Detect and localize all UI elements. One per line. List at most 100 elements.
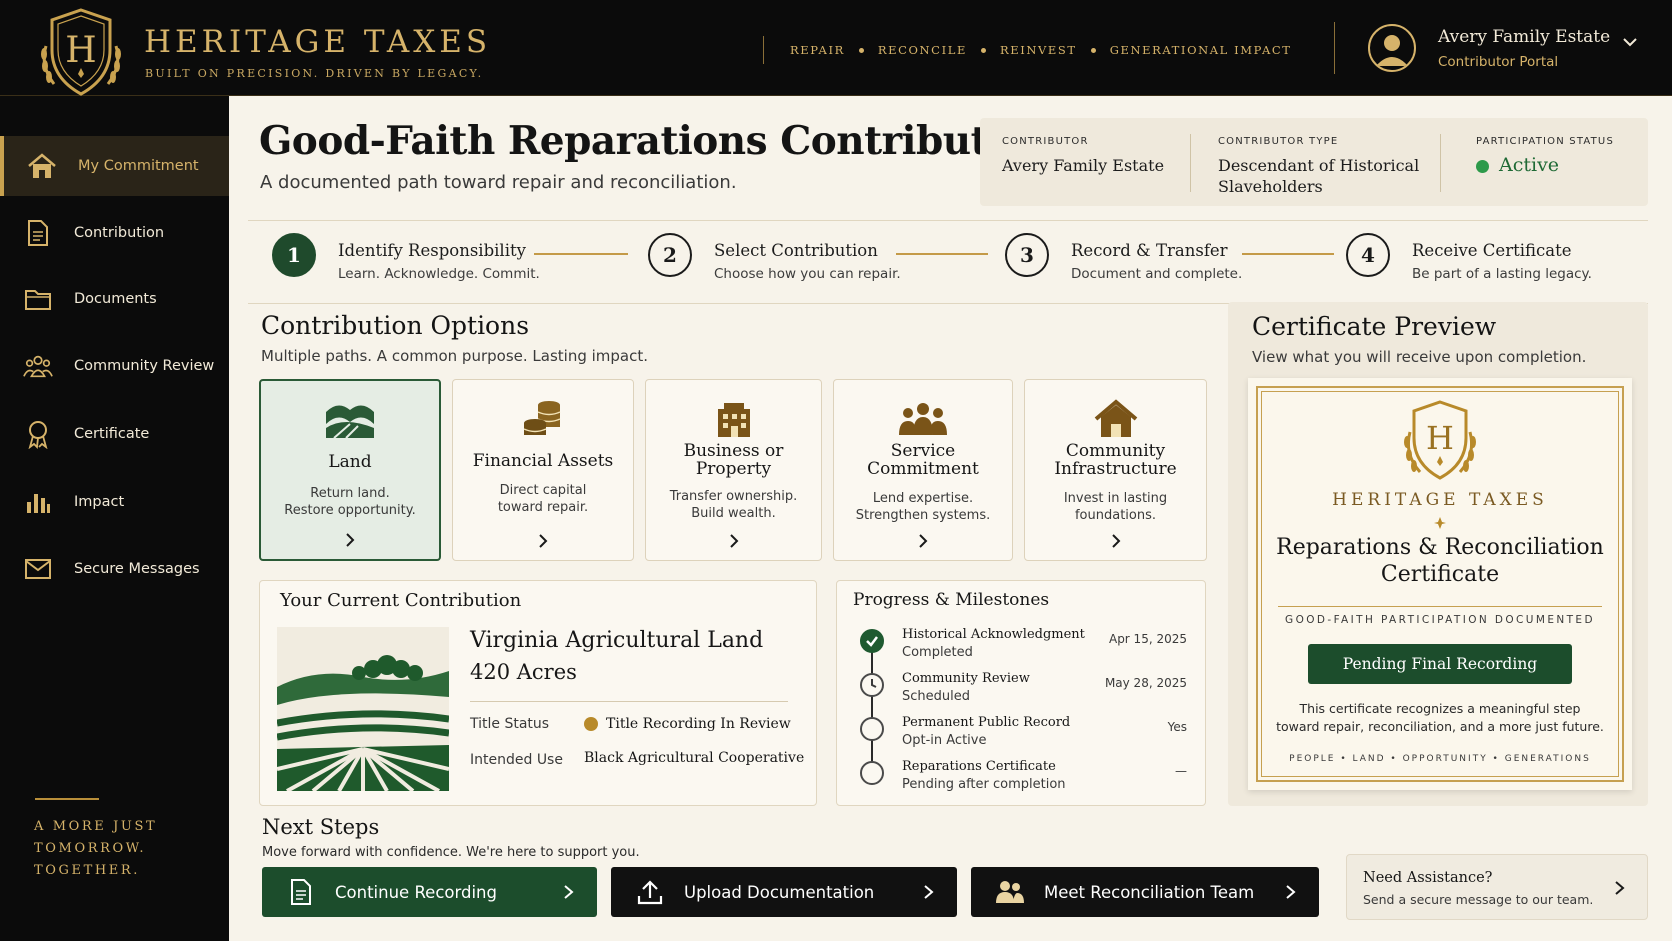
contributor-info-box: CONTRIBUTOR Avery Family Estate CONTRIBU… bbox=[980, 118, 1648, 206]
sidebar-item-my-commitment[interactable]: My Commitment bbox=[0, 136, 229, 196]
milestone-value: — bbox=[1175, 764, 1187, 778]
milestone-item: Historical Acknowledgment Completed Apr … bbox=[837, 627, 1207, 669]
contributor-type-line: Descendant of Historical bbox=[1218, 156, 1420, 175]
option-desc: Lend expertise. bbox=[872, 491, 974, 506]
topnav-reconcile[interactable]: RECONCILE bbox=[878, 43, 967, 57]
certificate-preview-title: Certificate Preview bbox=[1252, 312, 1497, 341]
certificate-preview-panel: Certificate Preview View what you will r… bbox=[1228, 302, 1648, 806]
step-connector bbox=[896, 253, 988, 255]
building-icon bbox=[646, 394, 821, 444]
nav-separator bbox=[858, 47, 864, 53]
envelope-icon bbox=[23, 554, 53, 584]
contributor-info: CONTRIBUTOR Avery Family Estate bbox=[1002, 136, 1164, 176]
milestone-title: Community Review bbox=[902, 671, 1030, 686]
certificate-text-line: This certificate recognizes a meaningful… bbox=[1299, 701, 1581, 716]
certificate-seal-icon: H bbox=[1390, 398, 1490, 486]
svg-text:H: H bbox=[65, 30, 96, 71]
award-icon bbox=[23, 419, 53, 449]
milestone-status: Scheduled bbox=[902, 689, 970, 704]
chevron-right-icon bbox=[1025, 532, 1206, 550]
step-description: Be part of a lasting legacy. bbox=[1412, 266, 1592, 282]
step-number: 3 bbox=[1005, 233, 1049, 277]
contributor-type-value: Descendant of Historical Slaveholders bbox=[1218, 155, 1419, 197]
sidebar: My Commitment Contribution Documents Com… bbox=[0, 96, 229, 941]
brand-shield-icon[interactable]: H bbox=[32, 6, 130, 98]
progress-milestones-card: Progress & Milestones Historical Acknowl… bbox=[836, 580, 1206, 806]
page-title: Good-Faith Reparations Contribution bbox=[259, 118, 1056, 164]
sidebar-item-documents[interactable]: Documents bbox=[0, 269, 229, 329]
option-title: Land bbox=[328, 452, 372, 472]
progress-stepper: 1 Identify Responsibility Learn. Acknowl… bbox=[248, 220, 1648, 304]
option-title: Infrastructure bbox=[1054, 459, 1177, 479]
topnav-repair[interactable]: REPAIR bbox=[790, 43, 845, 57]
step-connector bbox=[1242, 253, 1334, 255]
topnav-generational-impact[interactable]: GENERATIONAL IMPACT bbox=[1110, 43, 1292, 57]
document-icon bbox=[23, 218, 53, 248]
user-name[interactable]: Avery Family Estate bbox=[1438, 27, 1610, 47]
upload-documentation-button[interactable]: Upload Documentation bbox=[611, 867, 957, 917]
step-title: Identify Responsibility bbox=[338, 241, 526, 260]
need-assistance-card[interactable]: Need Assistance? Send a secure message t… bbox=[1346, 854, 1648, 920]
milestone-title: Historical Acknowledgment bbox=[902, 627, 1085, 642]
group-icon bbox=[834, 394, 1012, 444]
info-divider bbox=[1190, 134, 1191, 192]
motto-line: TOGETHER. bbox=[34, 863, 141, 878]
sidebar-item-certificate[interactable]: Certificate bbox=[0, 404, 229, 464]
step-title: Record & Transfer bbox=[1071, 241, 1228, 260]
option-business-property[interactable]: Business or Property Transfer ownership.… bbox=[645, 379, 822, 561]
participation-status-info: PARTICIPATION STATUS Active bbox=[1476, 136, 1614, 176]
contributor-value: Avery Family Estate bbox=[1002, 156, 1165, 175]
certificate-text: This certificate recognizes a meaningful… bbox=[1272, 700, 1608, 736]
certificate-name-line: Reparations & Reconciliation bbox=[1276, 535, 1604, 560]
option-land[interactable]: Land Return land. Restore opportunity. bbox=[259, 379, 441, 561]
certificate-documented-label: GOOD-FAITH PARTICIPATION DOCUMENTED bbox=[1285, 614, 1595, 626]
chevron-down-icon[interactable] bbox=[1620, 32, 1640, 52]
meet-reconciliation-team-button[interactable]: Meet Reconciliation Team bbox=[971, 867, 1319, 917]
option-financial-assets[interactable]: Financial Assets Direct capital toward r… bbox=[452, 379, 634, 561]
step-description: Document and complete. bbox=[1071, 266, 1243, 282]
milestone-title: Reparations Certificate bbox=[902, 759, 1056, 774]
sidebar-item-label: Community Review bbox=[74, 358, 215, 374]
continue-recording-button[interactable]: Continue Recording bbox=[262, 867, 597, 917]
chevron-right-icon bbox=[453, 532, 633, 550]
step-title: Receive Certificate bbox=[1412, 241, 1572, 260]
step-title: Select Contribution bbox=[714, 241, 878, 260]
step-number: 2 bbox=[648, 233, 692, 277]
sidebar-item-label: Impact bbox=[74, 494, 125, 510]
land-icon bbox=[261, 395, 439, 445]
option-title: Commitment bbox=[867, 459, 979, 479]
sidebar-item-secure-messages[interactable]: Secure Messages bbox=[0, 539, 229, 599]
house-icon bbox=[1025, 394, 1206, 444]
participation-status-value: Active bbox=[1476, 155, 1614, 176]
chevron-right-icon bbox=[561, 883, 577, 901]
sidebar-item-community-review[interactable]: Community Review bbox=[0, 336, 229, 396]
user-role: Contributor Portal bbox=[1438, 54, 1559, 70]
divider bbox=[1278, 606, 1602, 607]
sidebar-item-label: Certificate bbox=[74, 426, 150, 442]
contribution-acres: 420 Acres bbox=[470, 660, 577, 684]
chevron-right-icon bbox=[1613, 879, 1627, 897]
option-service-commitment[interactable]: Service Commitment Lend expertise. Stren… bbox=[833, 379, 1013, 561]
certificate-footer: PEOPLE • LAND • OPPORTUNITY • GENERATION… bbox=[1289, 754, 1591, 764]
top-header: H HERITAGE TAXES BUILT ON PRECISION. DRI… bbox=[0, 0, 1672, 96]
current-contribution-title: Your Current Contribution bbox=[280, 590, 522, 611]
milestone-status: Completed bbox=[902, 645, 973, 660]
nav-separator bbox=[1090, 47, 1096, 53]
bar-chart-icon bbox=[23, 487, 53, 517]
folder-icon bbox=[23, 284, 53, 314]
topnav-reinvest[interactable]: REINVEST bbox=[1000, 43, 1077, 57]
user-avatar-icon[interactable] bbox=[1368, 24, 1416, 72]
contributor-type-line: Slaveholders bbox=[1218, 177, 1323, 196]
sidebar-item-contribution[interactable]: Contribution bbox=[0, 203, 229, 263]
upload-icon bbox=[635, 877, 665, 907]
option-title: Financial Assets bbox=[472, 451, 614, 471]
brand-name: HERITAGE TAXES bbox=[144, 24, 492, 60]
option-community-infrastructure[interactable]: Community Infrastructure Invest in lasti… bbox=[1024, 379, 1207, 561]
contribution-name: Virginia Agricultural Land bbox=[470, 628, 764, 653]
sidebar-item-label: Documents bbox=[74, 291, 157, 307]
milestone-item: Community Review Scheduled May 28, 2025 bbox=[837, 671, 1207, 713]
certificate-preview[interactable]: H HERITAGE TAXES Reparations & Reconcili… bbox=[1248, 378, 1632, 790]
sidebar-item-impact[interactable]: Impact bbox=[0, 472, 229, 532]
milestone-status: Opt-in Active bbox=[902, 733, 987, 748]
option-desc: Strengthen systems. bbox=[855, 508, 991, 523]
